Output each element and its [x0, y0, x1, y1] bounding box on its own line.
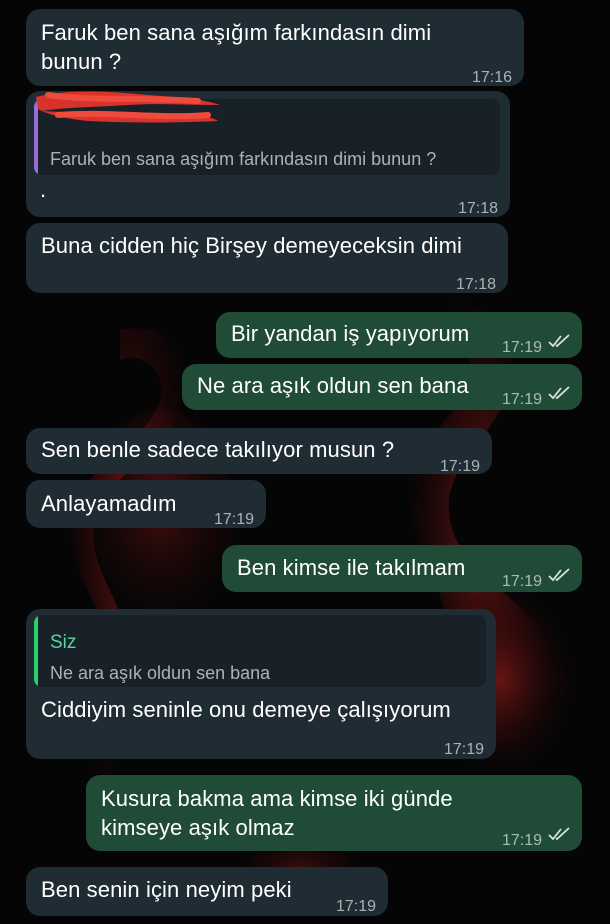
message-incoming[interactable]: Buna cidden hiç Birşey demeyeceksin dimi…: [26, 223, 508, 293]
message-incoming[interactable]: Anlayamadım 17:19: [26, 480, 266, 528]
message-text: Ben kimse ile takılmam: [237, 555, 466, 580]
double-check-read-icon: [548, 334, 570, 348]
message-incoming[interactable]: Ben senin için neyim peki 17:19: [26, 867, 388, 916]
message-text: Bir yandan iş yapıyorum: [231, 321, 470, 346]
message-incoming[interactable]: Faruk ben sana aşığım farkındasın dimi b…: [26, 9, 524, 86]
message-time: 17:16: [471, 69, 512, 86]
message-text: Ne ara aşık oldun sen bana: [197, 373, 469, 398]
message-text: Ciddiyim seninle onu demeye çalışıyorum: [41, 697, 451, 722]
message-time: 17:19: [501, 832, 542, 849]
quoted-text: Ne ara aşık oldun sen bana: [50, 663, 271, 683]
double-check-read-icon: [548, 386, 570, 400]
message-time: 17:18: [457, 200, 498, 217]
message-text: Anlayamadım: [41, 491, 177, 516]
message-outgoing[interactable]: Ben kimse ile takılmam 17:19: [222, 545, 582, 592]
message-time: 17:19: [501, 391, 542, 408]
message-time: 17:19: [501, 573, 542, 590]
message-text: Kusura bakma ama kimse iki günde kimseye…: [101, 786, 453, 840]
message-time: 17:19: [443, 741, 484, 758]
quoted-text: Faruk ben sana aşığım farkındasın dimi b…: [50, 149, 437, 169]
message-outgoing[interactable]: Bir yandan iş yapıyorum 17:19: [216, 312, 582, 358]
message-outgoing[interactable]: Ne ara aşık oldun sen bana 17:19: [182, 364, 582, 410]
message-outgoing[interactable]: Kusura bakma ama kimse iki günde kimseye…: [86, 775, 582, 851]
double-check-read-icon: [548, 568, 570, 582]
chat-message-list[interactable]: Faruk ben sana aşığım farkındasın dimi b…: [0, 0, 610, 924]
message-time: 17:18: [455, 276, 496, 293]
quoted-message[interactable]: Siz Ne ara aşık oldun sen bana: [34, 615, 486, 687]
message-time: 17:19: [335, 898, 376, 915]
message-incoming-reply[interactable]: Siz Ne ara aşık oldun sen bana Ciddiyim …: [26, 609, 496, 759]
message-time: 17:19: [439, 458, 480, 475]
quote-accent-bar: [34, 615, 38, 687]
quoted-author: Siz: [50, 632, 77, 653]
message-text: Faruk ben sana aşığım farkındasın dimi b…: [41, 20, 432, 74]
double-check-read-icon: [548, 827, 570, 841]
message-incoming[interactable]: Sen benle sadece takılıyor musun ? 17:19: [26, 428, 492, 475]
message-text: Buna cidden hiç Birşey demeyeceksin dimi: [41, 233, 462, 258]
message-text: Ben senin için neyim peki: [41, 877, 292, 902]
redacted-author-scribble: [36, 91, 220, 123]
message-text: Sen benle sadece takılıyor musun ?: [41, 437, 395, 462]
message-time: 17:19: [213, 511, 254, 528]
message-incoming-reply[interactable]: Faruk ben sana aşığım farkındasın dimi b…: [26, 91, 510, 217]
message-text: .: [40, 177, 47, 202]
message-time: 17:19: [501, 339, 542, 356]
